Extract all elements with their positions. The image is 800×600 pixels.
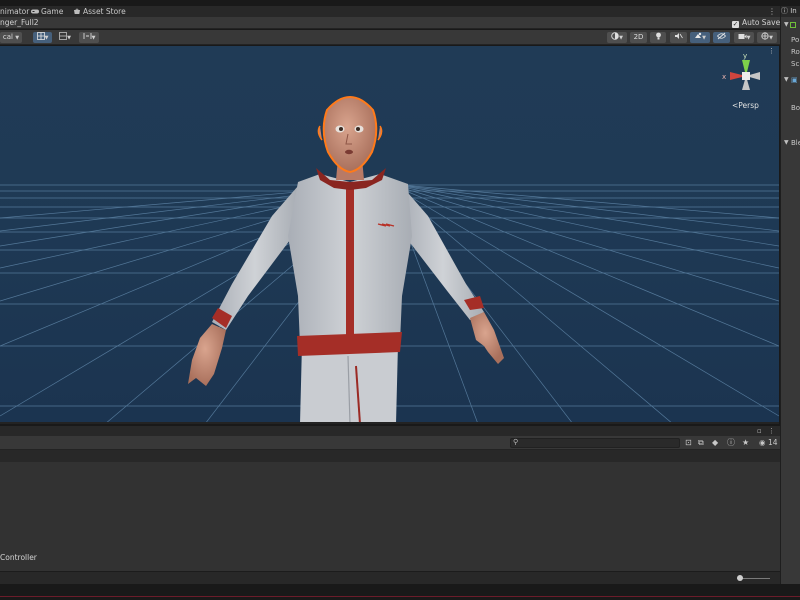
- search-icon: ⚲: [513, 438, 519, 446]
- scene-viewport[interactable]: y x <Persp ⋮: [0, 46, 779, 424]
- info-icon[interactable]: ⓘ: [727, 438, 735, 448]
- scene-name: nger_Full2: [0, 18, 39, 27]
- tab-menu-kebab-icon[interactable]: ⋮: [768, 6, 776, 17]
- panel-lock-icon[interactable]: ▫: [757, 426, 762, 436]
- foldout-arrow-icon[interactable]: ▼: [784, 76, 789, 83]
- align-icon: [83, 33, 92, 39]
- project-list: Controller: [0, 462, 780, 584]
- foldout-arrow-icon[interactable]: ▼: [784, 21, 789, 28]
- lighting-toggle-button[interactable]: [650, 32, 666, 43]
- grid-snap-button[interactable]: ▼: [33, 32, 52, 43]
- inspector-row-bounds: Bo: [791, 104, 800, 112]
- pivot-mode-dropdown[interactable]: cal ▼: [0, 32, 22, 43]
- project-panel-header: ▫ ⋮: [0, 426, 780, 436]
- project-footer: [0, 571, 780, 584]
- transform-icon: [790, 22, 796, 28]
- tab-animator[interactable]: nimator: [0, 6, 29, 17]
- icon-size-slider-handle[interactable]: [737, 575, 743, 581]
- panel-menu-kebab-icon[interactable]: ⋮: [768, 426, 775, 436]
- light-bulb-icon: [655, 32, 661, 40]
- game-controller-icon: [31, 9, 39, 14]
- gizmos-dropdown[interactable]: ▼: [757, 32, 777, 43]
- app-status-bar: [0, 584, 800, 600]
- checkbox-icon[interactable]: ✓: [732, 21, 739, 28]
- gizmo-globe-icon: [761, 32, 769, 40]
- status-accent-line: [0, 596, 800, 597]
- speaker-mute-icon: [675, 33, 683, 39]
- window-tab-bar: nimator Game Asset Store: [0, 6, 780, 17]
- align-button[interactable]: ▼: [79, 32, 99, 43]
- camera-dropdown[interactable]: ▼: [734, 32, 754, 43]
- search-by-label-icon[interactable]: ⧉: [698, 438, 704, 448]
- gizmo-y-label: y: [743, 52, 747, 60]
- toggle-2d-button[interactable]: 2D: [630, 32, 647, 43]
- snap-increment-icon: [59, 32, 67, 40]
- asset-store-icon: [74, 8, 80, 14]
- hidden-packages-count[interactable]: ◉ 14: [759, 438, 777, 448]
- tab-asset-store[interactable]: Asset Store: [73, 6, 126, 17]
- eye-slash-icon: [716, 32, 727, 40]
- foldout-arrow-icon[interactable]: ▼: [784, 139, 789, 146]
- project-search-input[interactable]: ⚲: [510, 438, 680, 448]
- project-panel: ▫ ⋮ ⚲ ⊡ ⧉ ◆ ⓘ ★ ◉ 14 Controller: [0, 426, 780, 584]
- scene-visibility-button[interactable]: [713, 32, 730, 43]
- search-by-type-icon[interactable]: ⊡: [685, 438, 692, 448]
- favorite-star-icon[interactable]: ★: [742, 438, 749, 448]
- inspector-panel: ⓘ In ▼ Po Ro Sc ▼ ▣ Bo ▼ Ble: [780, 6, 800, 584]
- tab-game[interactable]: Game: [31, 6, 63, 17]
- viewport-lock-icon[interactable]: ⋮: [768, 47, 775, 55]
- camera-icon: [738, 34, 747, 39]
- projection-toggle[interactable]: <Persp: [732, 101, 759, 110]
- tab-inspector[interactable]: ⓘ In: [781, 6, 800, 17]
- gizmo-x-label: x: [722, 73, 726, 81]
- scene-header: nger_Full2 ✓ Auto Save: [0, 17, 780, 29]
- auto-save-toggle[interactable]: ✓ Auto Save: [732, 17, 780, 29]
- inspector-row-scale: Sc: [791, 60, 800, 68]
- inspector-row-rotation: Ro: [791, 48, 800, 56]
- shaded-sphere-icon: [611, 32, 619, 40]
- component-icon: ▣: [791, 76, 798, 84]
- project-search-row: ⚲ ⊡ ⧉ ◆ ⓘ ★ ◉ 14: [0, 436, 780, 450]
- audio-toggle-button[interactable]: [670, 32, 687, 43]
- snap-increment-button[interactable]: ▼: [55, 32, 75, 43]
- list-item[interactable]: Controller: [0, 553, 37, 562]
- scene-render: y x: [0, 46, 779, 422]
- grid-snap-icon: [36, 32, 45, 40]
- scene-toolbar: cal ▼ ▼ ▼ ▼ ▼ 2D ▼ ▼ ▼: [0, 30, 780, 45]
- label-tag-icon[interactable]: ◆: [712, 438, 718, 448]
- inspector-row-blendshapes: Ble: [791, 139, 800, 147]
- effects-icon: [695, 32, 702, 38]
- inspector-row-position: Po: [791, 36, 800, 44]
- draw-mode-dropdown[interactable]: ▼: [607, 32, 627, 43]
- effects-dropdown[interactable]: ▼: [690, 32, 710, 43]
